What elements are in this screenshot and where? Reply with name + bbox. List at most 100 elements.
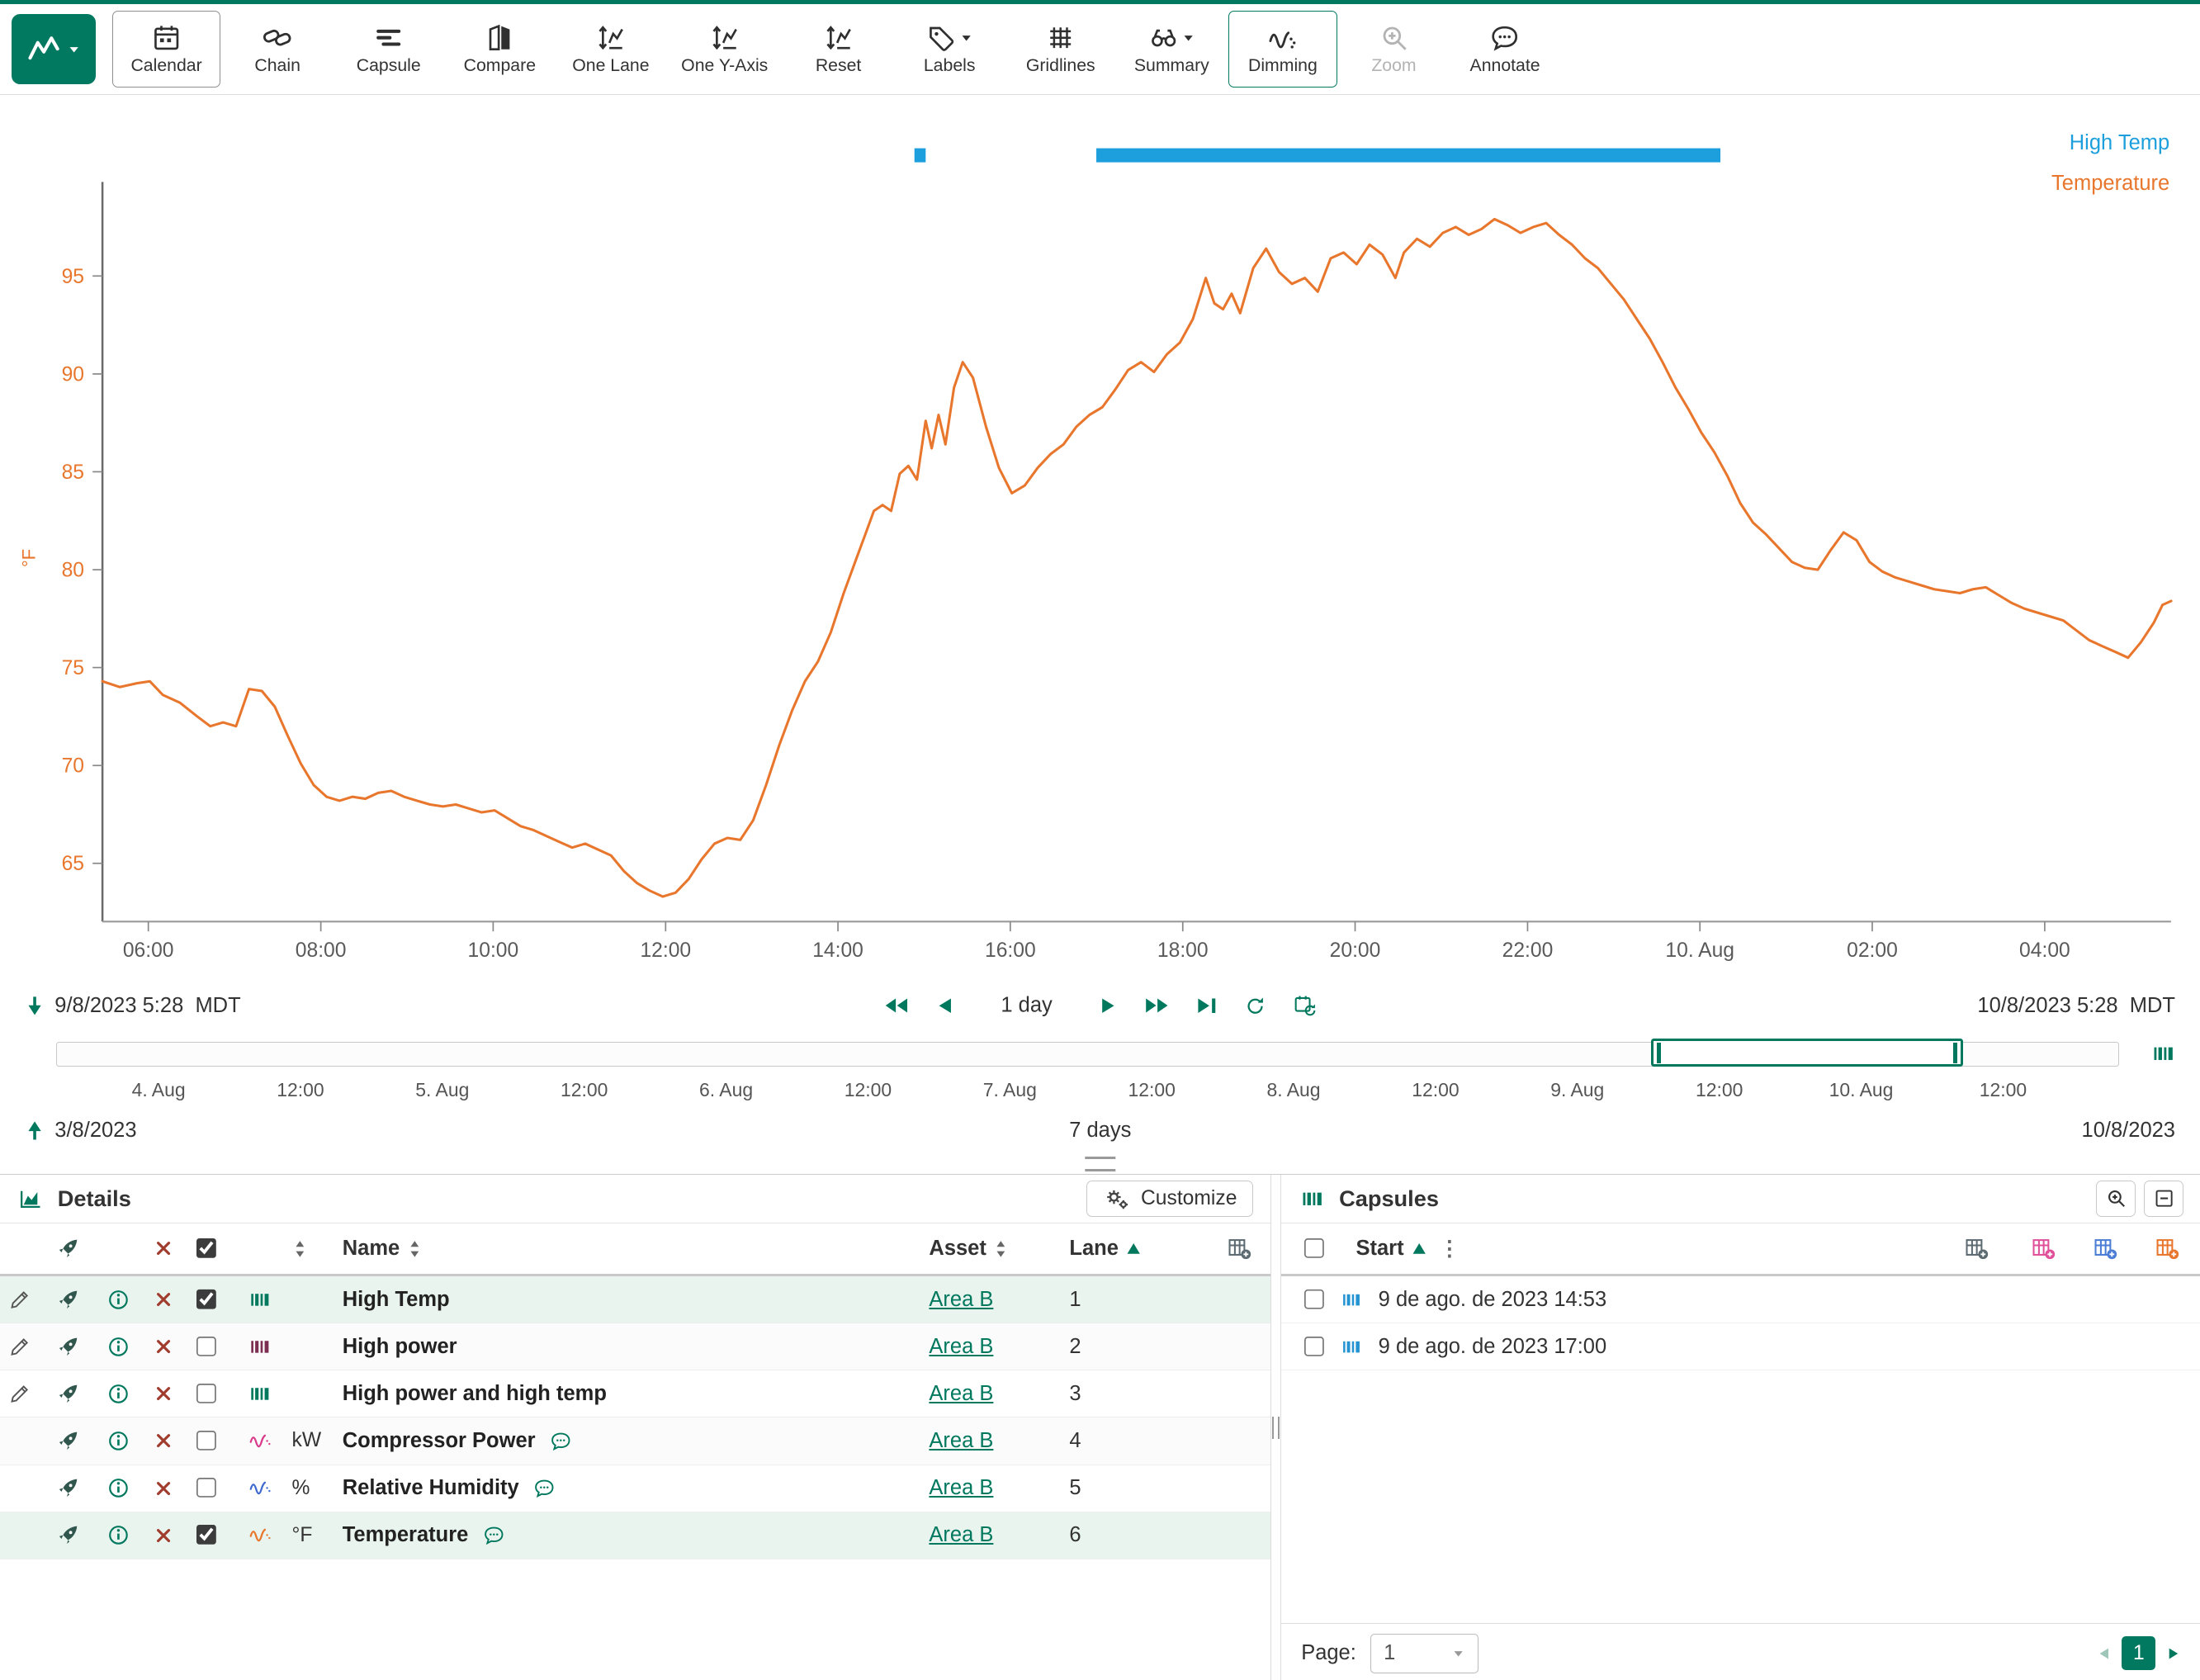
comment-bubble-icon[interactable] bbox=[548, 1430, 574, 1452]
page-size-select[interactable]: 1 bbox=[1370, 1634, 1478, 1673]
toolbar-button-capsule[interactable]: Capsule bbox=[334, 11, 442, 88]
vertical-resize-handle[interactable] bbox=[1270, 1175, 1282, 1680]
refresh-icon[interactable] bbox=[1243, 995, 1267, 1016]
toolbar-button-labels[interactable]: Labels bbox=[896, 11, 1004, 88]
column-header-name[interactable]: Name bbox=[343, 1237, 400, 1261]
asset-link[interactable]: Area B bbox=[929, 1429, 993, 1453]
info-icon[interactable] bbox=[106, 1382, 130, 1406]
row-checkbox[interactable] bbox=[196, 1525, 218, 1546]
capsules-select-all-checkbox[interactable] bbox=[1304, 1238, 1326, 1260]
next-page-icon[interactable] bbox=[2165, 1645, 2181, 1663]
rocket-icon[interactable] bbox=[56, 1288, 80, 1312]
remove-icon[interactable] bbox=[154, 1432, 173, 1450]
display-range-end[interactable]: 10/8/2023 5:28 MDT bbox=[1977, 994, 2175, 1018]
asset-link[interactable]: Area B bbox=[929, 1288, 993, 1312]
sort-lane-asc-icon[interactable] bbox=[1125, 1241, 1142, 1256]
toolbar-button-annotate[interactable]: Annotate bbox=[1450, 11, 1559, 88]
timebar-selection[interactable] bbox=[1651, 1039, 1962, 1067]
details-row-high-power-high-temp[interactable]: High power and high temp Area B 3 bbox=[0, 1370, 1270, 1417]
select-all-checkbox[interactable] bbox=[196, 1238, 218, 1260]
investigate-range-duration[interactable]: 7 days bbox=[1069, 1119, 1131, 1143]
remove-icon[interactable] bbox=[154, 1384, 173, 1403]
info-icon[interactable] bbox=[106, 1476, 130, 1500]
info-icon[interactable] bbox=[106, 1288, 130, 1312]
rocket-icon[interactable] bbox=[56, 1335, 80, 1359]
column-header-start[interactable]: Start bbox=[1355, 1237, 1403, 1261]
display-range-start[interactable]: 9/8/2023 5:28 MDT bbox=[54, 994, 240, 1018]
customize-button[interactable]: Customize bbox=[1086, 1181, 1253, 1217]
legend-item-high-temp[interactable]: High Temp bbox=[2051, 123, 2169, 163]
toolbar-button-summary[interactable]: Summary bbox=[1118, 11, 1226, 88]
asset-link[interactable]: Area B bbox=[929, 1523, 993, 1547]
info-icon[interactable] bbox=[106, 1523, 130, 1547]
edit-pencil-icon[interactable] bbox=[8, 1289, 31, 1311]
investigate-start-arrow-icon[interactable] bbox=[26, 1119, 44, 1143]
remove-icon[interactable] bbox=[154, 1290, 173, 1309]
asset-link[interactable]: Area B bbox=[929, 1476, 993, 1500]
toolbar-button-chain[interactable]: Chain bbox=[224, 11, 332, 88]
row-checkbox[interactable] bbox=[196, 1289, 218, 1310]
rocket-icon[interactable] bbox=[56, 1382, 80, 1406]
toolbar-button-reset[interactable]: Reset bbox=[784, 11, 892, 88]
capsules-zoom-button[interactable] bbox=[2096, 1181, 2136, 1218]
toolbar-button-gridlines[interactable]: Gridlines bbox=[1006, 11, 1114, 88]
remove-icon[interactable] bbox=[154, 1337, 173, 1356]
previous-page-icon[interactable] bbox=[2097, 1645, 2112, 1663]
add-capsule-table-orange-icon[interactable] bbox=[2153, 1236, 2181, 1261]
add-capsule-table-blue-icon[interactable] bbox=[2091, 1236, 2119, 1261]
step-back-icon[interactable] bbox=[934, 995, 958, 1016]
capsule-row[interactable]: 9 de ago. de 2023 17:00 bbox=[1281, 1323, 2200, 1370]
capsule-row[interactable]: 9 de ago. de 2023 14:53 bbox=[1281, 1276, 2200, 1323]
remove-icon[interactable] bbox=[154, 1526, 173, 1545]
details-row-relative-humidity[interactable]: % Relative Humidity Area B 5 bbox=[0, 1465, 1270, 1512]
details-row-temperature[interactable]: °F Temperature Area B 6 bbox=[0, 1512, 1270, 1559]
edit-pencil-icon[interactable] bbox=[8, 1336, 31, 1358]
display-range-duration[interactable]: 1 day bbox=[1001, 994, 1052, 1018]
add-column-icon[interactable] bbox=[1962, 1236, 1990, 1261]
row-checkbox[interactable] bbox=[196, 1384, 218, 1405]
add-column-icon[interactable] bbox=[1225, 1236, 1253, 1261]
current-page-button[interactable]: 1 bbox=[2122, 1636, 2155, 1670]
info-icon[interactable] bbox=[106, 1429, 130, 1453]
toolbar-button-calendar[interactable]: Calendar bbox=[112, 11, 220, 88]
step-to-end-icon[interactable] bbox=[1195, 995, 1219, 1016]
horizontal-resize-handle[interactable] bbox=[1085, 1157, 1115, 1171]
row-checkbox[interactable] bbox=[196, 1431, 218, 1452]
send-all-to-trend-icon[interactable] bbox=[56, 1237, 80, 1261]
step-back-fast-icon[interactable] bbox=[882, 994, 910, 1018]
legend-item-temperature[interactable]: Temperature bbox=[2051, 163, 2169, 204]
asset-link[interactable]: Area B bbox=[929, 1382, 993, 1406]
trend-chart[interactable]: 65707580859095°F06:0008:0010:0012:0014:0… bbox=[0, 95, 2200, 977]
remove-all-icon[interactable] bbox=[154, 1239, 173, 1257]
timebar-capsule-icon[interactable] bbox=[2150, 1041, 2178, 1067]
details-row-compressor-power[interactable]: kW Compressor Power Area B 4 bbox=[0, 1417, 1270, 1465]
trend-view-menu-button[interactable] bbox=[12, 14, 96, 84]
add-capsule-table-pink-icon[interactable] bbox=[2029, 1236, 2057, 1261]
toolbar-button-one-lane[interactable]: One Lane bbox=[556, 11, 665, 88]
sort-start-asc-icon[interactable] bbox=[1411, 1241, 1427, 1256]
range-start-arrow-icon[interactable] bbox=[26, 994, 44, 1018]
rocket-icon[interactable] bbox=[56, 1429, 80, 1453]
details-row-high-temp[interactable]: High Temp Area B 1 bbox=[0, 1276, 1270, 1323]
sort-name-icon[interactable] bbox=[407, 1239, 423, 1259]
capsules-collapse-button[interactable] bbox=[2144, 1181, 2183, 1218]
row-checkbox[interactable] bbox=[196, 1337, 218, 1358]
edit-pencil-icon[interactable] bbox=[8, 1383, 31, 1405]
step-forward-fast-icon[interactable] bbox=[1143, 994, 1171, 1018]
details-row-high-power[interactable]: High power Area B 2 bbox=[0, 1323, 1270, 1370]
sort-asset-icon[interactable] bbox=[993, 1239, 1009, 1259]
column-menu-icon[interactable]: ⋮ bbox=[1439, 1237, 1460, 1261]
toolbar-button-compare[interactable]: Compare bbox=[446, 11, 554, 88]
rocket-icon[interactable] bbox=[56, 1476, 80, 1500]
info-icon[interactable] bbox=[106, 1335, 130, 1359]
capsule-checkbox[interactable] bbox=[1304, 1289, 1326, 1310]
rocket-icon[interactable] bbox=[56, 1523, 80, 1547]
comment-bubble-icon[interactable] bbox=[532, 1477, 557, 1499]
capsule-checkbox[interactable] bbox=[1304, 1337, 1326, 1358]
step-forward-icon[interactable] bbox=[1095, 995, 1119, 1016]
comment-bubble-icon[interactable] bbox=[481, 1524, 507, 1546]
temperature-line-chart[interactable]: 65707580859095°F06:0008:0010:0012:0014:0… bbox=[0, 95, 2200, 977]
investigate-range-start[interactable]: 3/8/2023 bbox=[54, 1119, 136, 1143]
row-checkbox[interactable] bbox=[196, 1478, 218, 1499]
auto-update-icon[interactable] bbox=[1291, 994, 1319, 1018]
